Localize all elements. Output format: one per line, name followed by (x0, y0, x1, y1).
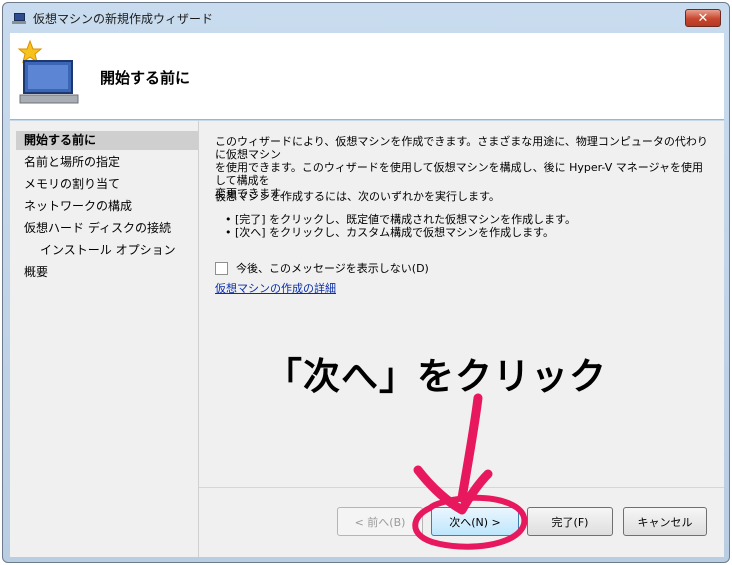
new-virtual-machine-icon (17, 39, 79, 104)
instruction-text: 仮想マシンを作成するには、次のいずれかを実行します。 (215, 190, 500, 203)
wizard-step-nav: 開始する前に 名前と場所の指定 メモリの割り当て ネットワークの構成 仮想ハード… (10, 121, 199, 557)
finish-button[interactable]: 完了(F) (527, 507, 613, 536)
annotation-text: 「次へ」をクリック (265, 355, 607, 398)
description-line: を使用できます。このウィザードを使用して仮想マシンを構成し、後に Hyper-V… (215, 161, 703, 187)
wizard-content: 開始する前に 名前と場所の指定 メモリの割り当て ネットワークの構成 仮想ハード… (10, 121, 724, 557)
page-title: 開始する前に (100, 69, 191, 87)
wizard-header: 開始する前に (10, 33, 724, 120)
close-button[interactable]: ✕ (685, 9, 721, 27)
option-finish-text: • [完了] をクリックし、既定値で構成された仮想マシンを作成します。 (225, 213, 576, 226)
option-list: • [完了] をクリックし、既定値で構成された仮想マシンを作成します。 • [次… (225, 213, 576, 239)
button-divider (199, 487, 724, 488)
nav-step-summary[interactable]: 概要 (16, 263, 198, 282)
nav-step-network[interactable]: ネットワークの構成 (16, 197, 198, 216)
dont-show-again-label: 今後、このメッセージを表示しない(D) (236, 262, 429, 275)
vm-creation-details-link[interactable]: 仮想マシンの作成の詳細 (215, 280, 336, 296)
next-button[interactable]: 次へ(N) > (431, 507, 519, 536)
virtual-machine-icon (11, 11, 27, 25)
window-title: 仮想マシンの新規作成ウィザード (33, 11, 214, 26)
description-line: このウィザードにより、仮想マシンを作成できます。さまざまな用途に、物理コンピュー… (215, 135, 708, 161)
nav-step-install-options[interactable]: インストール オプション (16, 241, 198, 260)
wizard-window: 仮想マシンの新規作成ウィザード ✕ 開始する前に 開始する前に 名前と場所の指定… (2, 2, 730, 563)
title-bar: 仮想マシンの新規作成ウィザード ✕ (3, 3, 729, 33)
option-next-text: • [次へ] をクリックし、カスタム構成で仮想マシンを作成します。 (225, 226, 554, 239)
dont-show-again-checkbox[interactable] (215, 261, 228, 275)
nav-step-name-location[interactable]: 名前と場所の指定 (16, 153, 198, 172)
cancel-button[interactable]: キャンセル (623, 507, 707, 536)
nav-step-before-you-begin[interactable]: 開始する前に (16, 131, 198, 150)
nav-step-virtual-disk[interactable]: 仮想ハード ディスクの接続 (16, 219, 198, 238)
nav-step-memory[interactable]: メモリの割り当て (16, 175, 198, 194)
dont-show-again-row[interactable]: 今後、このメッセージを表示しない(D) (215, 260, 429, 276)
back-button[interactable]: < 前へ(B) (337, 507, 423, 536)
